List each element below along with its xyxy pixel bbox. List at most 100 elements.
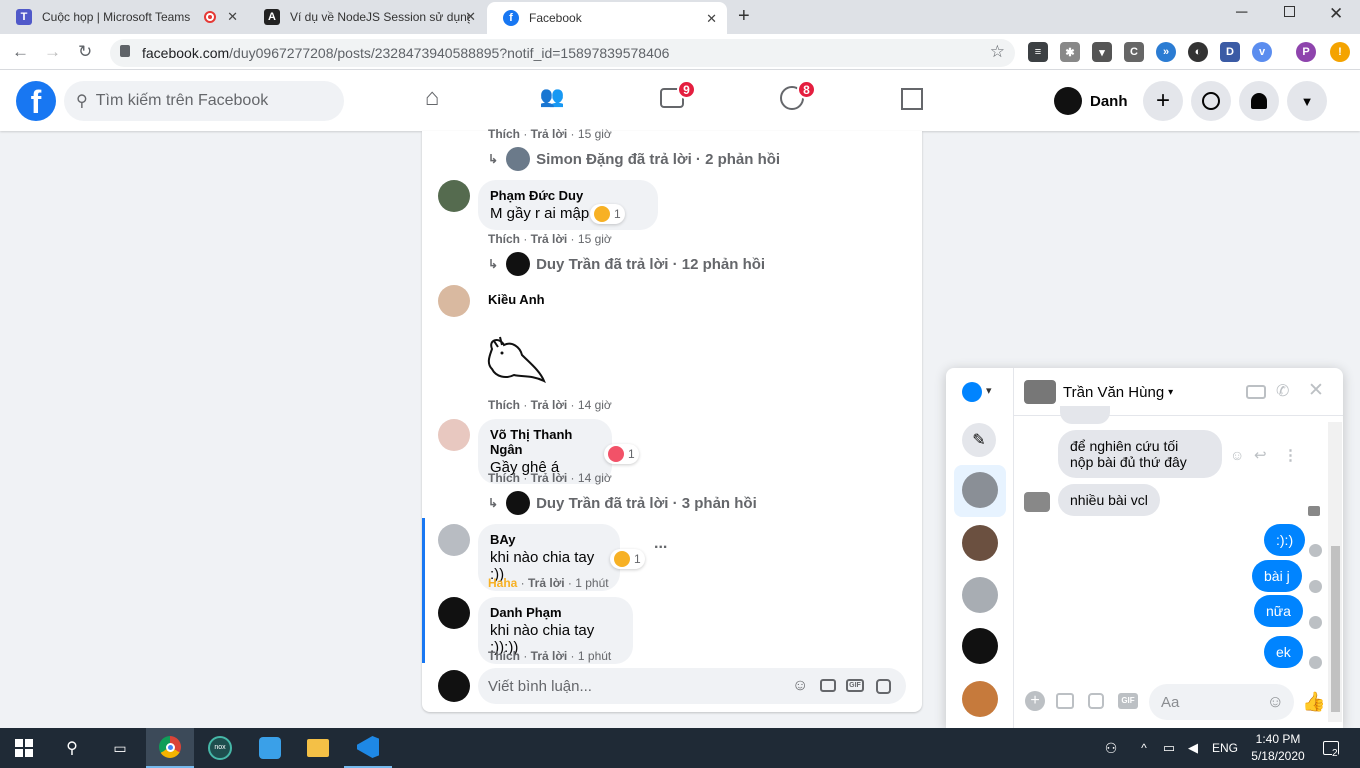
close-tab-icon[interactable]: ✕ — [465, 9, 476, 25]
sticker-icon[interactable] — [876, 679, 891, 694]
camera-icon[interactable] — [820, 679, 836, 692]
chat-contact-avatar[interactable] — [962, 472, 998, 508]
chat-scrollbar[interactable] — [1328, 422, 1342, 722]
chat-contact-avatar[interactable] — [962, 628, 998, 664]
reply-icon[interactable]: ↩ — [1254, 446, 1267, 464]
tab-nodejs[interactable]: A Ví dụ về NodeJS Session sử dụng ✕ — [248, 0, 486, 34]
reaction-count[interactable]: 1 — [590, 204, 625, 224]
view-replies-link[interactable]: ↳ Simon Đặng đã trả lời · 2 phản hồi — [488, 147, 780, 171]
chrome-taskbar-button[interactable] — [146, 728, 194, 768]
reply-link[interactable]: Trả lời — [531, 649, 568, 663]
forward-icon[interactable]: → — [44, 42, 61, 62]
sticker-icon[interactable] — [1088, 693, 1104, 709]
address-bar[interactable]: facebook.com/duy0967277208/posts/2328473… — [110, 39, 1015, 67]
reply-link[interactable]: Trả lời — [528, 576, 565, 590]
profile-link[interactable]: Danh — [1046, 84, 1128, 118]
friends-icon[interactable]: 👥 — [536, 84, 568, 116]
home-icon[interactable]: ⌂ — [416, 84, 448, 116]
avatar[interactable] — [438, 524, 470, 556]
reply-link[interactable]: Trả lời — [531, 127, 568, 141]
v-extension-icon[interactable]: v — [1252, 42, 1272, 62]
avatar[interactable] — [438, 597, 470, 629]
facebook-logo-icon[interactable]: f — [16, 81, 56, 121]
gif-icon[interactable]: GIF — [846, 679, 864, 692]
network-icon[interactable]: ▭ — [1158, 728, 1180, 768]
video-call-icon[interactable] — [1246, 385, 1266, 399]
bookmark-star-icon[interactable]: ☆ — [990, 42, 1005, 62]
people-icon[interactable]: ⚇ — [1098, 728, 1124, 768]
like-link[interactable]: Thích — [488, 232, 520, 246]
like-link[interactable]: Thích — [488, 398, 520, 412]
close-window-icon[interactable]: ✕ — [1329, 4, 1343, 24]
emoji-icon[interactable]: ☺ — [792, 677, 808, 695]
rocket-extension-icon[interactable]: » — [1156, 42, 1176, 62]
reply-link[interactable]: Trả lời — [531, 471, 568, 485]
messenger-icon[interactable] — [962, 382, 982, 402]
react-icon[interactable]: ☺ — [1230, 447, 1244, 463]
close-tab-icon[interactable]: ✕ — [227, 9, 238, 25]
outgoing-message[interactable]: bài j — [1252, 560, 1302, 592]
photo-icon[interactable] — [1056, 693, 1074, 709]
outgoing-message[interactable]: nữa — [1254, 595, 1303, 627]
haha-link[interactable]: Haha — [488, 576, 517, 590]
like-link[interactable]: Thích — [488, 127, 520, 141]
view-replies-link[interactable]: ↳ Duy Trần đã trả lời · 3 phản hồi — [488, 491, 757, 515]
update-alert-icon[interactable]: ! — [1330, 42, 1350, 62]
restore-icon[interactable] — [1284, 6, 1295, 17]
minimize-icon[interactable]: ─ — [1236, 4, 1247, 22]
start-button[interactable] — [0, 728, 48, 768]
action-center-button[interactable]: 2 — [1316, 728, 1346, 768]
create-button[interactable]: + — [1143, 81, 1183, 121]
comment-input[interactable]: Viết bình luận... — [478, 668, 906, 704]
chat-contact-name[interactable]: Trần Văn Hùng ▾ — [1063, 384, 1173, 401]
close-tab-icon[interactable]: ✕ — [706, 11, 717, 27]
gaming-icon[interactable] — [896, 84, 928, 116]
nox-taskbar-button[interactable]: nox — [196, 728, 244, 768]
reload-icon[interactable]: ↻ — [78, 42, 92, 62]
avatar[interactable] — [438, 285, 470, 317]
profile-avatar[interactable]: P — [1296, 42, 1316, 62]
messenger-button[interactable] — [1191, 81, 1231, 121]
reply-link[interactable]: Trả lời — [531, 398, 568, 412]
outgoing-message[interactable]: :):) — [1264, 524, 1306, 556]
scrollbar-thumb[interactable] — [1331, 546, 1340, 712]
chat-message-input[interactable]: Aa ☺ — [1149, 684, 1294, 720]
avatar[interactable] — [438, 419, 470, 451]
commenter-name[interactable]: Kiều Anh — [488, 292, 545, 307]
outgoing-message[interactable]: ek — [1264, 636, 1303, 668]
incoming-message[interactable]: để nghiên cứu tối nộp bài đủ thứ đây — [1058, 430, 1222, 478]
search-icon[interactable]: ⚲ — [48, 728, 96, 768]
search-input[interactable]: ⚲ Tìm kiếm trên Facebook — [64, 81, 344, 121]
chat-contact-avatar[interactable] — [962, 681, 998, 717]
comment-options-button[interactable]: ... — [654, 535, 667, 553]
reply-link[interactable]: Trả lời — [531, 232, 568, 246]
task-view-icon[interactable]: ▭ — [96, 728, 144, 768]
vscode-taskbar-button[interactable] — [344, 728, 392, 768]
phone-call-icon[interactable]: ✆ — [1276, 381, 1289, 401]
view-replies-link[interactable]: ↳ Duy Trần đã trả lời · 12 phản hồi — [488, 252, 765, 276]
pocket-icon[interactable]: ▾ — [1092, 42, 1112, 62]
language-indicator[interactable]: ENG — [1210, 728, 1240, 768]
app-taskbar-button[interactable] — [246, 728, 294, 768]
chevron-up-icon[interactable]: ^ — [1134, 728, 1154, 768]
emoji-icon[interactable]: ☺ — [1267, 692, 1284, 712]
clock[interactable]: 1:40 PM 5/18/2020 — [1248, 731, 1308, 765]
new-tab-icon[interactable]: + — [738, 5, 750, 28]
like-link[interactable]: Thích — [488, 471, 520, 485]
avatar[interactable] — [438, 180, 470, 212]
new-message-button[interactable]: ✎ — [962, 423, 996, 457]
volume-icon[interactable]: ◀ — [1182, 728, 1204, 768]
chat-contact-avatar[interactable] — [962, 525, 998, 561]
gif-icon[interactable]: GIF — [1118, 693, 1138, 709]
tab-facebook[interactable]: f Facebook ✕ — [487, 2, 727, 34]
tab-teams[interactable]: T Cuộc họp | Microsoft Teams ✕ — [0, 0, 248, 34]
chevron-down-icon[interactable]: ▾ — [986, 384, 992, 397]
reaction-count[interactable]: 1 — [604, 444, 639, 464]
more-options-icon[interactable]: ⋮ — [1283, 446, 1298, 464]
notifications-button[interactable] — [1239, 81, 1279, 121]
back-icon[interactable]: ← — [12, 42, 29, 62]
like-link[interactable]: Thích — [488, 649, 520, 663]
close-chat-icon[interactable]: ✕ — [1308, 379, 1324, 402]
more-actions-icon[interactable]: + — [1025, 691, 1045, 711]
extension-1-icon[interactable]: ≡ — [1028, 42, 1048, 62]
